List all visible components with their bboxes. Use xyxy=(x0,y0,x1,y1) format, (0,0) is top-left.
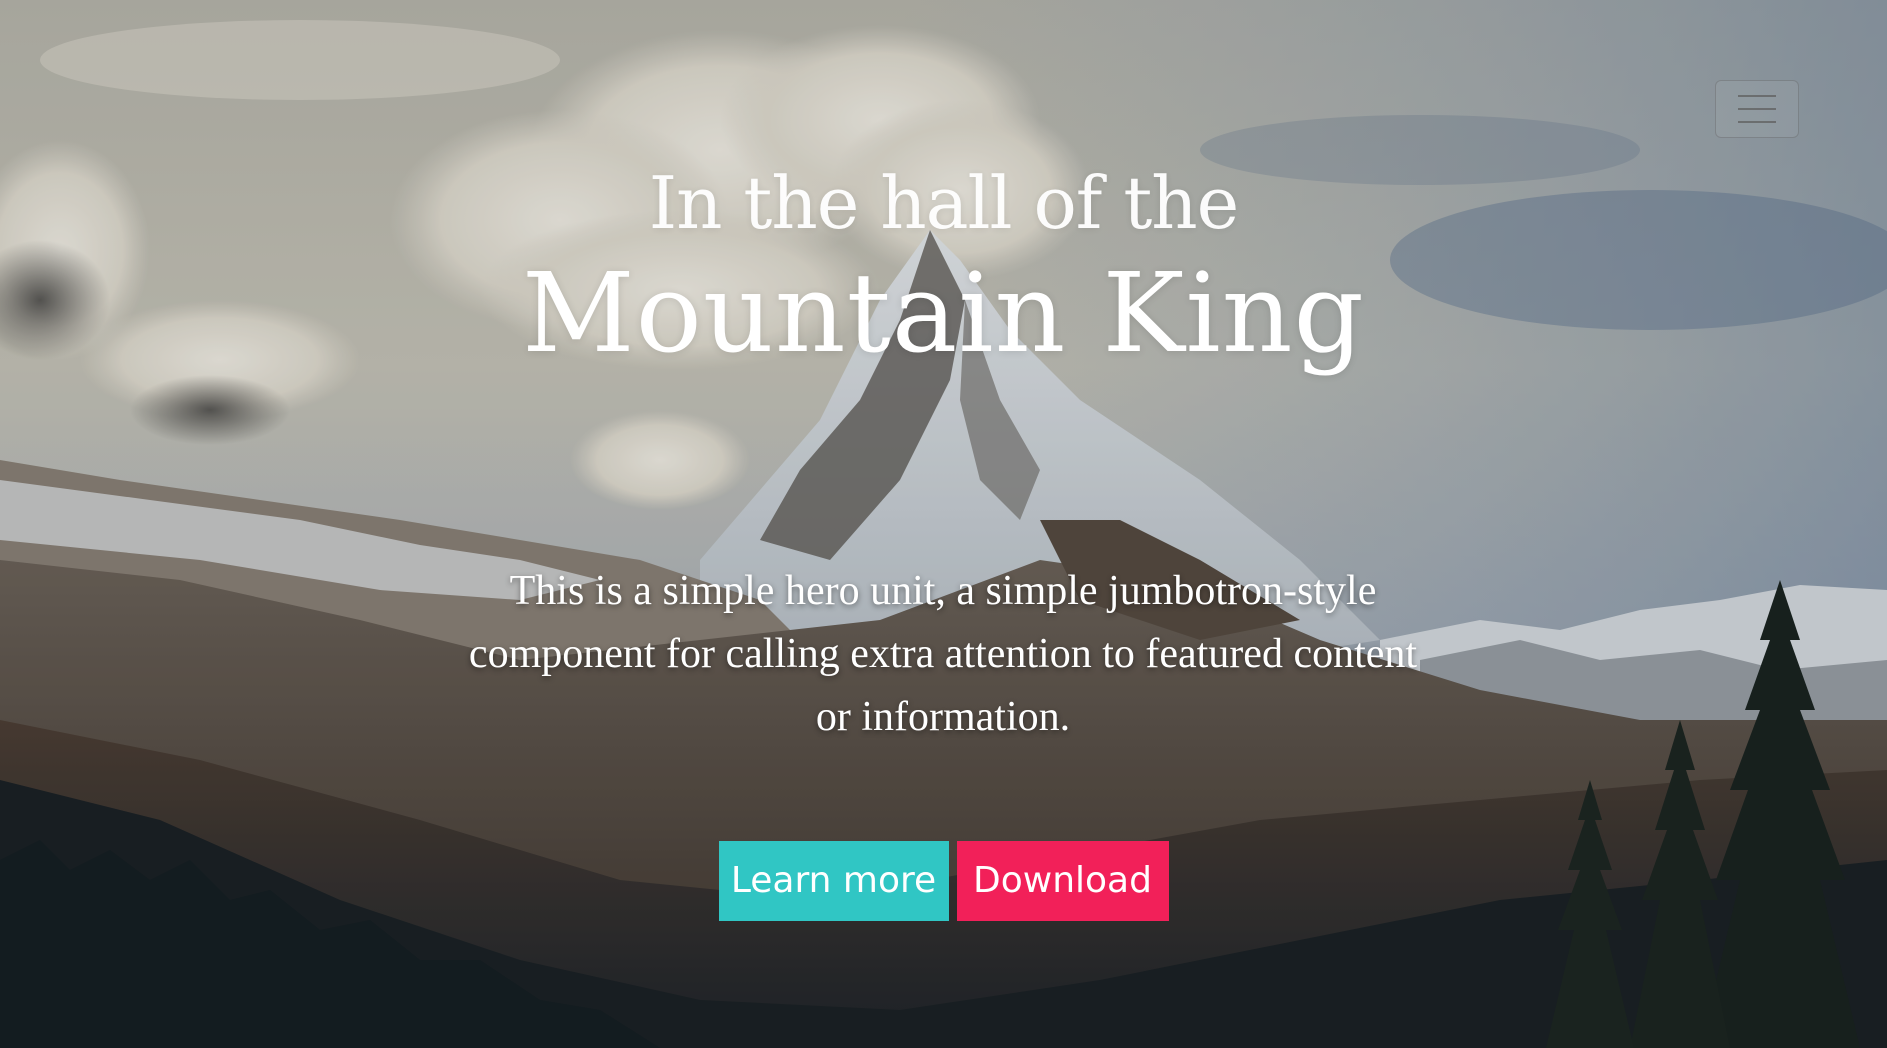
download-button[interactable]: Download xyxy=(956,841,1169,921)
learn-more-button[interactable]: Learn more xyxy=(718,841,949,921)
hero-title-line2: Mountain King xyxy=(522,249,1365,377)
hero-actions: Learn more Download xyxy=(0,841,1887,921)
hero-title: In the hall of the Mountain King xyxy=(0,158,1887,378)
hero-title-line1: In the hall of the xyxy=(648,161,1240,245)
hero-lead-text: This is a simple hero unit, a simple jum… xyxy=(468,568,1418,740)
hero-section: In the hall of the Mountain King This is… xyxy=(0,0,1887,1048)
hamburger-icon xyxy=(1738,95,1776,123)
menu-toggle-button[interactable] xyxy=(1715,80,1799,138)
